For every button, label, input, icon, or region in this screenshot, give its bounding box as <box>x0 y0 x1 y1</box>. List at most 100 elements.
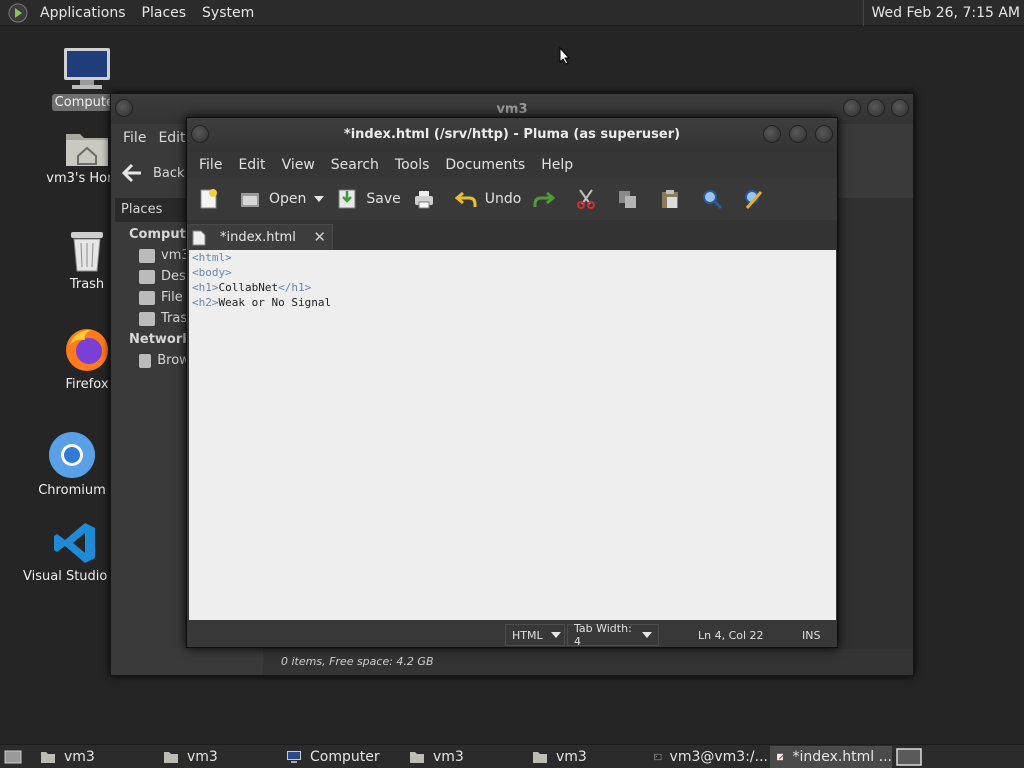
applications-menu[interactable]: Applications <box>32 5 134 21</box>
clock[interactable]: Wed Feb 26, 7:15 AM <box>862 0 1020 26</box>
pluma-toolbar: Open Save Undo <box>187 178 837 220</box>
minimize-icon[interactable] <box>843 99 861 117</box>
undo-button[interactable]: Undo <box>454 188 522 210</box>
new-document-button[interactable] <box>197 188 227 210</box>
html-tag: <h1> <box>192 281 219 294</box>
code-line: <h2>Weak or No Signal <box>192 295 833 310</box>
window-title: vm3 <box>496 102 528 117</box>
chromium-icon <box>49 432 95 478</box>
save-button[interactable]: Save <box>336 188 401 210</box>
pluma-titlebar[interactable]: *index.html (/srv/http) - Pluma (as supe… <box>187 118 837 152</box>
redo-button[interactable] <box>533 188 563 210</box>
tab-width-label: Tab Width: 4 <box>574 622 632 648</box>
mouse-pointer-icon <box>559 47 571 65</box>
html-tag: <body> <box>192 266 232 279</box>
window-title: *index.html (/srv/http) - Pluma (as supe… <box>343 127 681 142</box>
back-arrow-icon <box>121 163 141 183</box>
pluma-window[interactable]: *index.html (/srv/http) - Pluma (as supe… <box>186 117 838 648</box>
computer-icon <box>287 751 301 763</box>
back-label: Back <box>153 165 185 181</box>
close-icon[interactable] <box>815 125 833 143</box>
open-button[interactable]: Open <box>239 188 325 210</box>
menu-documents[interactable]: Documents <box>437 157 533 173</box>
text-editor-area[interactable]: <html> <body> <h1>CollabNet</h1> <h2>Wea… <box>189 250 836 622</box>
save-label: Save <box>366 191 401 207</box>
undo-label: Undo <box>484 191 522 207</box>
html-tag: </h1> <box>278 281 312 294</box>
tab-index-html[interactable]: *index.html ✕ <box>187 224 333 250</box>
menu-file[interactable]: File <box>117 130 152 146</box>
desktop-icon-label: Trash <box>69 277 105 292</box>
replace-button[interactable] <box>743 188 773 210</box>
menu-help[interactable]: Help <box>533 157 581 173</box>
pluma-menubar: File Edit View Search Tools Documents He… <box>187 152 837 178</box>
task-computer[interactable]: Computer <box>280 746 400 768</box>
task-terminal[interactable]: vm3@vm3:/... <box>648 746 768 768</box>
menu-view[interactable]: View <box>274 157 323 173</box>
close-tab-icon[interactable]: ✕ <box>313 228 326 246</box>
copy-icon <box>619 191 637 208</box>
menu-file[interactable]: File <box>191 157 230 173</box>
print-button[interactable] <box>413 188 443 210</box>
paste-icon <box>662 190 679 208</box>
terminal-icon <box>654 753 662 761</box>
copy-button[interactable] <box>617 188 647 210</box>
text-editor-icon <box>777 753 784 761</box>
chevron-down-icon <box>550 632 561 638</box>
code-line: <html> <box>192 250 833 265</box>
cut-button[interactable] <box>575 188 605 210</box>
system-menu[interactable]: System <box>194 5 262 21</box>
redo-icon <box>533 191 556 207</box>
home-icon <box>139 248 155 263</box>
computer-icon <box>64 48 110 89</box>
task-vm3-2[interactable]: vm3 <box>157 746 277 768</box>
menu-edit[interactable]: Edit <box>230 157 273 173</box>
cursor-position: Ln 4, Col 22 <box>698 629 764 642</box>
paste-button[interactable] <box>659 188 689 210</box>
trash-icon <box>71 232 103 272</box>
save-icon <box>338 189 356 209</box>
folder-icon <box>410 752 424 763</box>
task-label: vm3 <box>64 749 95 765</box>
chevron-down-icon <box>642 632 652 638</box>
trash-icon <box>139 311 155 326</box>
maximize-icon[interactable] <box>789 125 807 143</box>
close-icon[interactable] <box>891 99 909 117</box>
language-selector[interactable]: HTML <box>505 624 565 646</box>
search-icon <box>703 190 723 210</box>
workspace-switcher-icon[interactable] <box>896 748 922 766</box>
task-vm3-3[interactable]: vm3 <box>403 746 523 768</box>
open-label: Open <box>269 191 307 207</box>
window-menu-icon[interactable] <box>191 125 209 143</box>
file-manager-status: 0 items, Free space: 4.2 GB <box>263 649 913 675</box>
code-line: <h1>CollabNet</h1> <box>192 280 833 295</box>
task-label: vm3 <box>556 749 587 765</box>
line-text: CollabNet <box>218 281 279 294</box>
back-button[interactable]: Back <box>121 163 185 183</box>
bottom-taskbar: vm3 vm3 Computer vm3 vm3 vm3@vm3:/... *i… <box>0 744 1024 768</box>
html-tag: <html> <box>192 251 232 264</box>
find-button[interactable] <box>701 188 731 210</box>
menu-search[interactable]: Search <box>323 157 387 173</box>
html-tag: <h2> <box>192 296 219 309</box>
document-icon <box>192 230 206 245</box>
places-menu[interactable]: Places <box>134 5 195 21</box>
maximize-icon[interactable] <box>867 99 885 117</box>
document-tabbar: *index.html ✕ <box>187 220 837 250</box>
window-menu-icon[interactable] <box>115 99 133 117</box>
chevron-down-icon[interactable] <box>314 196 325 202</box>
find-replace-icon <box>745 190 763 209</box>
task-label: *index.html ... <box>792 749 892 765</box>
tab-width-selector[interactable]: Tab Width: 4 <box>567 622 659 648</box>
task-vm3-1[interactable]: vm3 <box>34 746 154 768</box>
task-pluma[interactable]: *index.html ... <box>770 746 892 768</box>
show-desktop-icon[interactable] <box>4 749 22 765</box>
task-vm3-4[interactable]: vm3 <box>526 746 646 768</box>
task-label: vm3@vm3:/... <box>669 749 768 765</box>
menu-tools[interactable]: Tools <box>387 157 438 173</box>
network-icon <box>139 353 152 368</box>
minimize-icon[interactable] <box>763 125 781 143</box>
mate-logo-icon[interactable] <box>8 3 28 23</box>
open-folder-icon <box>241 193 259 207</box>
home-folder-icon <box>66 134 108 166</box>
